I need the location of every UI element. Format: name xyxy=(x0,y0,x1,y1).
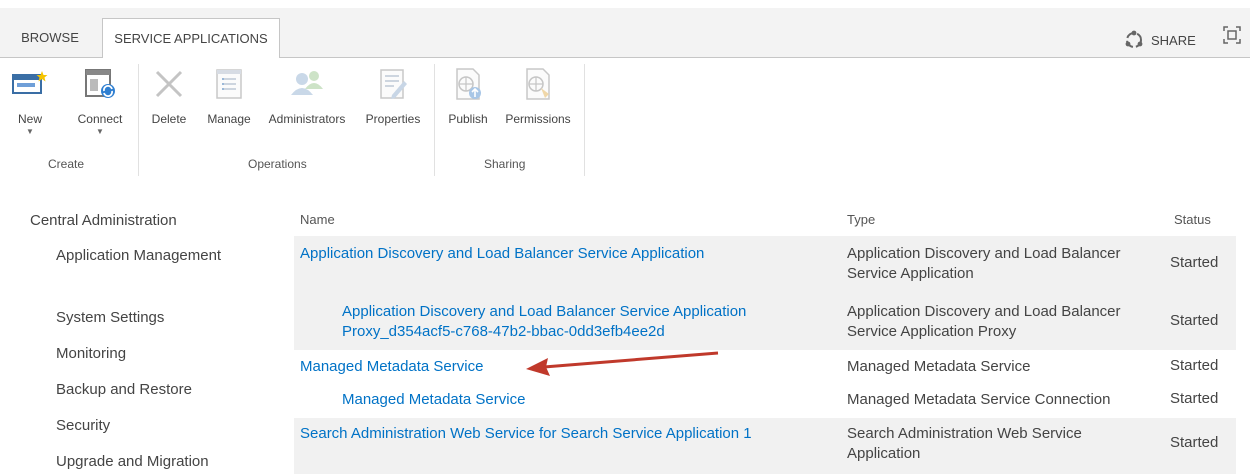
focus-on-content-icon[interactable] xyxy=(1222,25,1242,45)
service-name-link[interactable]: Managed Metadata Service xyxy=(342,390,742,410)
service-status: Started xyxy=(1170,390,1219,407)
nav-item-monitoring[interactable]: Monitoring xyxy=(56,344,256,364)
ribbon: New ▼ Connect ▼ Create Delete Manage Adm… xyxy=(0,58,1250,180)
share-icon xyxy=(1125,30,1143,48)
new-icon xyxy=(10,64,50,104)
service-status: Started xyxy=(1170,357,1219,374)
ribbon-tab-strip: BROWSE SERVICE APPLICATIONS SHARE xyxy=(0,0,1250,59)
tab-service-applications[interactable]: SERVICE APPLICATIONS xyxy=(102,18,280,59)
service-name-link[interactable]: Application Discovery and Load Balancer … xyxy=(342,302,832,342)
delete-label: Delete xyxy=(151,112,187,126)
permissions-icon xyxy=(518,64,558,104)
service-type: Application Discovery and Load Balancer … xyxy=(847,245,1121,282)
nav-item-system-settings[interactable]: System Settings xyxy=(56,308,256,328)
manage-button[interactable]: Manage xyxy=(200,64,258,126)
group-divider xyxy=(584,64,585,176)
administrators-icon xyxy=(287,64,327,104)
chevron-down-icon: ▼ xyxy=(26,127,34,136)
service-type: Managed Metadata Service xyxy=(847,358,1031,375)
service-status: Started xyxy=(1170,254,1219,271)
delete-button[interactable]: Delete xyxy=(146,64,192,126)
tab-browse[interactable]: BROWSE xyxy=(16,18,84,59)
column-header-type[interactable]: Type xyxy=(847,206,875,234)
share-button[interactable]: SHARE xyxy=(1123,29,1196,51)
group-label-create: Create xyxy=(48,157,85,171)
publish-icon xyxy=(448,64,488,104)
publish-button[interactable]: Publish xyxy=(442,64,494,126)
administrators-label: Administrators xyxy=(268,112,346,126)
manage-icon xyxy=(209,64,249,104)
group-label-operations: Operations xyxy=(248,157,307,171)
publish-label: Publish xyxy=(448,112,488,126)
connect-icon xyxy=(80,64,120,104)
service-name-link[interactable]: Application Discovery and Load Balancer … xyxy=(300,244,830,264)
new-label: New xyxy=(17,112,42,126)
properties-icon xyxy=(373,64,413,104)
service-type: Search Administration Web Service Applic… xyxy=(847,425,1082,462)
properties-label: Properties xyxy=(365,112,421,126)
group-label-sharing: Sharing xyxy=(484,157,526,171)
table-row[interactable]: Managed Metadata Service Managed Metadat… xyxy=(294,350,1236,384)
delete-icon xyxy=(149,64,189,104)
nav-item-upgrade-and-migration[interactable]: Upgrade and Migration xyxy=(56,452,256,472)
ribbon-group-sharing: Publish Permissions Sharing xyxy=(436,58,584,180)
properties-button[interactable]: Properties xyxy=(356,64,430,126)
service-status: Started xyxy=(1170,434,1219,451)
table-row[interactable]: Application Discovery and Load Balancer … xyxy=(294,236,1236,292)
nav-item-security[interactable]: Security xyxy=(56,416,256,436)
ribbon-group-operations: Delete Manage Administrators Properties … xyxy=(140,58,430,180)
share-label: SHARE xyxy=(1151,32,1196,48)
permissions-label: Permissions xyxy=(505,112,571,126)
table-row[interactable]: Search Administration Web Service for Se… xyxy=(294,418,1236,474)
nav-central-administration[interactable]: Central Administration xyxy=(30,212,177,229)
annotation-arrow xyxy=(526,351,719,376)
service-type: Managed Metadata Service Connection xyxy=(847,391,1111,408)
connect-button[interactable]: Connect ▼ xyxy=(70,64,130,136)
new-button[interactable]: New ▼ xyxy=(8,64,52,136)
group-divider xyxy=(138,64,139,176)
service-name-link[interactable]: Search Administration Web Service for Se… xyxy=(300,424,840,444)
column-header-name[interactable]: Name xyxy=(300,206,335,234)
table-row[interactable]: Application Discovery and Load Balancer … xyxy=(294,292,1236,350)
manage-label: Manage xyxy=(207,112,251,126)
nav-item-application-management[interactable]: Application Management xyxy=(56,246,256,266)
group-divider xyxy=(434,64,435,176)
connect-label: Connect xyxy=(77,112,123,126)
table-row[interactable]: Managed Metadata Service Managed Metadat… xyxy=(294,384,1236,418)
nav-item-backup-and-restore[interactable]: Backup and Restore xyxy=(56,380,256,400)
column-header-status[interactable]: Status xyxy=(1174,206,1211,234)
top-border xyxy=(0,0,1250,8)
administrators-button[interactable]: Administrators xyxy=(260,64,354,126)
chevron-down-icon: ▼ xyxy=(96,127,104,136)
service-type: Application Discovery and Load Balancer … xyxy=(847,303,1121,340)
ribbon-group-create: New ▼ Connect ▼ Create xyxy=(0,58,134,180)
permissions-button[interactable]: Permissions xyxy=(498,64,578,126)
service-status: Started xyxy=(1170,312,1219,329)
